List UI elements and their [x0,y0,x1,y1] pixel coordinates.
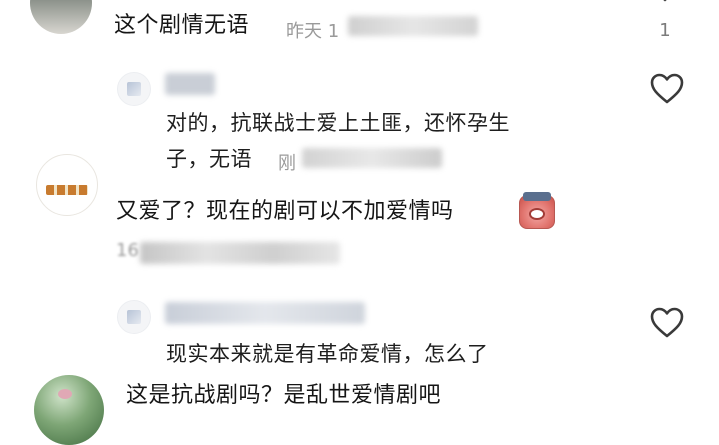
sweat-crying-emoji-icon [519,192,555,229]
blurred-meta [302,148,442,168]
blurred-username [165,73,215,95]
user-avatar[interactable] [34,375,104,445]
comment-text: 这个剧情无语 [114,13,250,38]
comment-text: 这是抗战剧吗？是乱世爱情剧吧 [126,383,442,408]
reply-text-line2: 子，无语 [166,147,252,171]
reply-avatar[interactable] [117,72,151,106]
reply-avatar[interactable] [117,300,151,334]
like-count: 1 [659,20,671,41]
blurred-meta [140,242,340,264]
user-avatar[interactable] [36,154,98,216]
comment-text: 又爱了？现在的剧可以不加爱情吗 [116,199,454,224]
heart-icon[interactable] [649,71,685,107]
chevron-down-icon[interactable] [654,0,676,4]
comment-time: 昨天 1 [286,21,340,42]
blurred-meta [348,16,478,36]
reply-text-line1: 对的，抗联战士爱上土匪，还怀孕生 [166,111,510,135]
heart-icon[interactable] [649,305,685,341]
reply-text: 现实本来就是有革命爱情，怎么了 [166,342,489,366]
blurred-username [165,302,365,324]
reply-meta: 刚 [278,153,296,174]
user-avatar[interactable] [30,0,92,34]
comment-time: 16 [116,240,139,261]
